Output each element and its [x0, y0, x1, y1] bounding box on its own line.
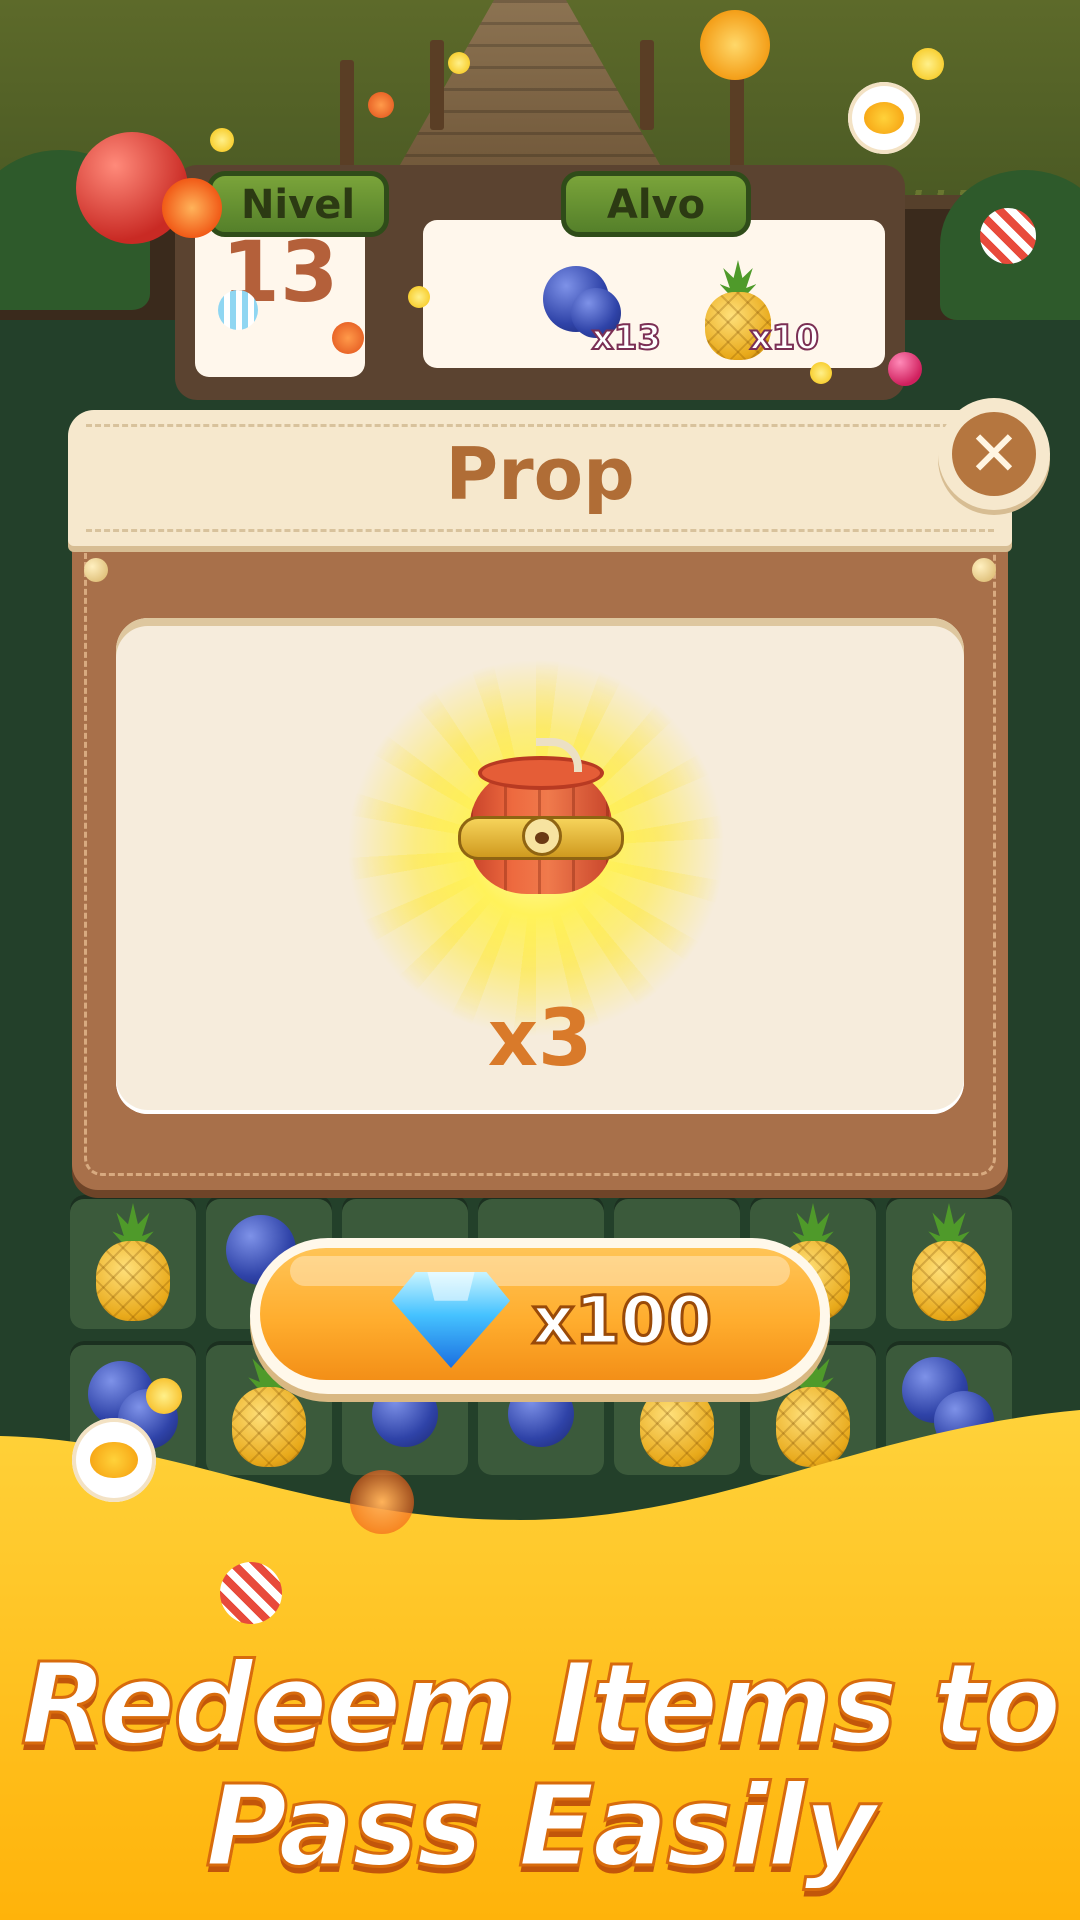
- floating-candy: [218, 290, 258, 330]
- floating-candy: [700, 10, 770, 80]
- buy-with-diamonds-button[interactable]: x100: [250, 1238, 830, 1394]
- level-box: 13: [195, 217, 365, 377]
- diamond-icon: [392, 1272, 510, 1368]
- floating-candy: [848, 82, 920, 154]
- dialog-title: Prop: [445, 432, 635, 516]
- bridge-rail: [640, 40, 654, 130]
- floating-candy: [980, 208, 1036, 264]
- bridge-rail: [340, 60, 354, 170]
- sparkle: [448, 52, 470, 74]
- floating-candy: [162, 178, 222, 238]
- sparkle: [408, 286, 430, 308]
- sparkle: [810, 362, 832, 384]
- rivet: [84, 558, 108, 582]
- promo-headline-line2: Pass Easily: [204, 1761, 878, 1894]
- goal-count: x10: [749, 317, 820, 359]
- floating-candy: [888, 352, 922, 386]
- close-icon: ✕: [968, 417, 1020, 490]
- promo-headline-line1: Redeem Items to: [19, 1639, 1062, 1772]
- level-label: Nivel: [207, 171, 389, 237]
- barrel-bomb-icon: [458, 738, 624, 898]
- floating-candy: [350, 1470, 414, 1534]
- pineapple-icon: [96, 1203, 170, 1322]
- dialog-header: Prop: [68, 410, 1012, 546]
- bridge-rail: [430, 40, 444, 130]
- floating-candy: [332, 322, 364, 354]
- sparkle: [912, 48, 944, 80]
- diamond-price: x100: [530, 1281, 713, 1361]
- pineapple-icon: [912, 1203, 986, 1322]
- reward-panel: x3: [116, 618, 964, 1114]
- target-box: x13 x10: [423, 220, 885, 368]
- sparkle: [146, 1378, 182, 1414]
- level-hud: 13 Nivel x13 x10 Alvo: [175, 165, 905, 400]
- floating-candy: [220, 1562, 282, 1624]
- sparkle: [210, 128, 234, 152]
- goal-count: x13: [591, 317, 662, 359]
- floating-candy: [72, 1418, 156, 1502]
- prop-dialog: Prop ✕ x3: [68, 398, 1050, 1190]
- rivet: [972, 558, 996, 582]
- goal-pineapple: x10: [691, 260, 820, 360]
- board-cell[interactable]: [886, 1195, 1012, 1329]
- reward-quantity: x3: [487, 994, 593, 1084]
- goal-blueberry: x13: [533, 260, 662, 360]
- target-label: Alvo: [561, 171, 751, 237]
- close-button[interactable]: ✕: [938, 398, 1050, 510]
- board-cell[interactable]: [70, 1195, 196, 1329]
- floating-candy: [368, 92, 394, 118]
